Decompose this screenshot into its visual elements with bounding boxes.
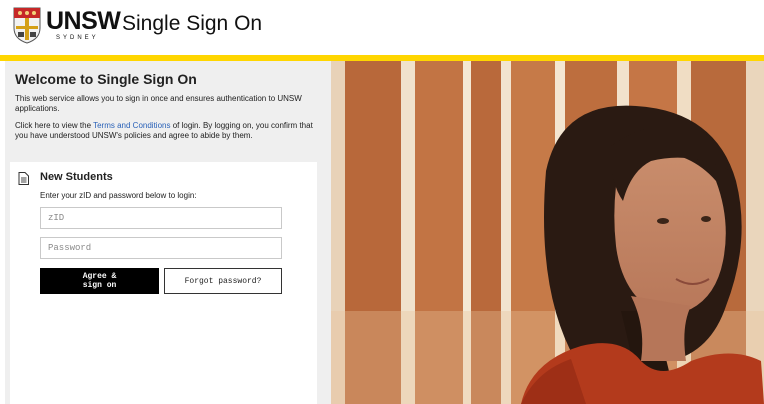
- zid-input[interactable]: [40, 207, 282, 229]
- forgot-password-button[interactable]: Forgot password?: [164, 268, 282, 294]
- login-instructions: Enter your zID and password below to log…: [40, 191, 197, 200]
- site-header: UNSW SYDNEY Single Sign On: [0, 0, 764, 55]
- password-input[interactable]: [40, 237, 282, 259]
- logo-wordmark: UNSW: [46, 7, 121, 35]
- document-icon: [18, 172, 29, 185]
- unsw-crest-icon: [13, 7, 41, 44]
- logo-subtext: SYDNEY: [56, 35, 99, 41]
- terms-prefix: Click here to view the: [15, 121, 94, 130]
- welcome-title: Welcome to Single Sign On: [15, 71, 197, 87]
- login-heading: New Students: [40, 171, 113, 183]
- student-photo-image: [331, 61, 764, 404]
- welcome-panel: Welcome to Single Sign On This web servi…: [5, 61, 331, 404]
- login-card: New Students Enter your zID and password…: [10, 162, 317, 404]
- terms-link[interactable]: Terms and Conditions: [93, 121, 170, 130]
- unsw-logo[interactable]: UNSW SYDNEY: [12, 6, 121, 48]
- intro-text: This web service allows you to sign in o…: [15, 94, 302, 113]
- agree-sign-on-button[interactable]: Agree & sign on: [40, 268, 159, 294]
- terms-text: Click here to view the Terms and Conditi…: [15, 121, 320, 141]
- hero-photo: [331, 61, 764, 404]
- page-title: Single Sign On: [122, 12, 263, 35]
